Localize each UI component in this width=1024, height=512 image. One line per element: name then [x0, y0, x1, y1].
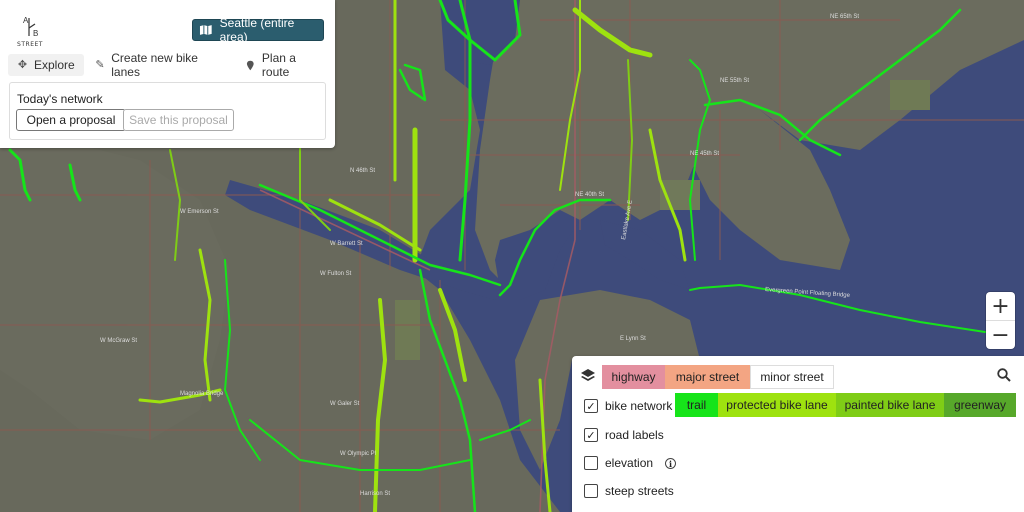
- road-labels-row[interactable]: ✓ road labels: [584, 427, 664, 443]
- area-select-label: Seattle (entire area): [219, 16, 295, 44]
- move-icon: ✥: [17, 58, 28, 71]
- svg-text:N 46th St: N 46th St: [350, 168, 375, 174]
- road-labels-label: road labels: [605, 428, 664, 442]
- logo-text: STREET: [17, 41, 43, 48]
- layers-panel: highway major street minor street ✓ bike…: [572, 356, 1024, 512]
- network-title: Today's network: [17, 92, 103, 106]
- legend-major-street: major street: [665, 365, 750, 389]
- map-pin-icon: [247, 60, 254, 70]
- svg-text:NE 40th St: NE 40th St: [575, 192, 604, 198]
- tab-explore[interactable]: ✥ Explore: [8, 54, 84, 76]
- network-card: Today's network Open a proposal Save thi…: [9, 82, 326, 140]
- zoom-out-button[interactable]: −: [986, 321, 1015, 349]
- svg-text:W Emerson St: W Emerson St: [180, 209, 219, 215]
- steep-streets-label: steep streets: [605, 484, 674, 498]
- steep-streets-row[interactable]: steep streets: [584, 483, 674, 499]
- svg-text:Magnolia Bridge: Magnolia Bridge: [180, 391, 224, 397]
- svg-text:NE 45th St: NE 45th St: [690, 151, 719, 157]
- zoom-control: + −: [986, 292, 1015, 349]
- search-icon[interactable]: [996, 367, 1012, 383]
- elevation-row[interactable]: elevation i: [584, 455, 677, 471]
- tab-plan-route-label: Plan a route: [261, 51, 296, 79]
- zoom-in-button[interactable]: +: [986, 292, 1015, 321]
- layers-icon[interactable]: [580, 368, 596, 384]
- elevation-label: elevation: [605, 456, 654, 470]
- tab-plan-route[interactable]: Plan a route: [236, 51, 333, 79]
- tab-explore-label: Explore: [34, 58, 75, 72]
- legend-highway: highway: [602, 365, 665, 389]
- steep-streets-checkbox[interactable]: [584, 484, 598, 498]
- svg-text:W Fulton St: W Fulton St: [320, 271, 352, 277]
- elevation-checkbox[interactable]: [584, 456, 598, 470]
- mode-tabs: ✥ Explore ✎ Create new bike lanes Plan a…: [8, 51, 335, 79]
- svg-text:NE 55th St: NE 55th St: [720, 78, 749, 84]
- svg-text:A: A: [23, 16, 29, 25]
- legend-greenway: greenway: [944, 393, 1016, 417]
- legend-trail: trail: [675, 393, 718, 417]
- map-icon: [199, 25, 212, 35]
- open-proposal-button[interactable]: Open a proposal: [16, 109, 126, 131]
- svg-text:Harrison St: Harrison St: [360, 491, 390, 497]
- control-panel: A B STREET Seattle (entire area) ✥ Explo…: [0, 0, 335, 148]
- svg-text:W McGraw St: W McGraw St: [100, 338, 137, 344]
- svg-text:W Olympic Pl: W Olympic Pl: [340, 451, 376, 457]
- tab-create-bike-lanes-label: Create new bike lanes: [111, 51, 198, 79]
- pencil-icon: ✎: [95, 58, 105, 71]
- area-select-button[interactable]: Seattle (entire area): [192, 16, 324, 44]
- legend-painted-bike-lane: painted bike lane: [836, 393, 944, 417]
- logo-glyph-icon: A B: [23, 16, 38, 38]
- svg-text:B: B: [33, 29, 38, 38]
- legend-minor-street: minor street: [750, 365, 834, 389]
- bike-network-checkbox[interactable]: ✓: [584, 399, 598, 413]
- legend-protected-bike-lane: protected bike lane: [718, 393, 836, 417]
- svg-text:NE 65th St: NE 65th St: [830, 14, 859, 20]
- svg-text:W Barrett St: W Barrett St: [330, 241, 363, 247]
- bike-network-label: bike network: [605, 399, 673, 413]
- info-icon[interactable]: i: [665, 457, 677, 469]
- bike-network-row[interactable]: ✓ bike network: [584, 398, 672, 414]
- save-proposal-button[interactable]: Save this proposal: [123, 109, 234, 131]
- svg-text:E Lynn St: E Lynn St: [620, 336, 646, 342]
- road-labels-checkbox[interactable]: ✓: [584, 428, 598, 442]
- a-b-street-logo[interactable]: A B STREET: [14, 14, 46, 48]
- svg-text:W Galer St: W Galer St: [330, 401, 360, 407]
- tab-create-bike-lanes[interactable]: ✎ Create new bike lanes: [86, 51, 235, 79]
